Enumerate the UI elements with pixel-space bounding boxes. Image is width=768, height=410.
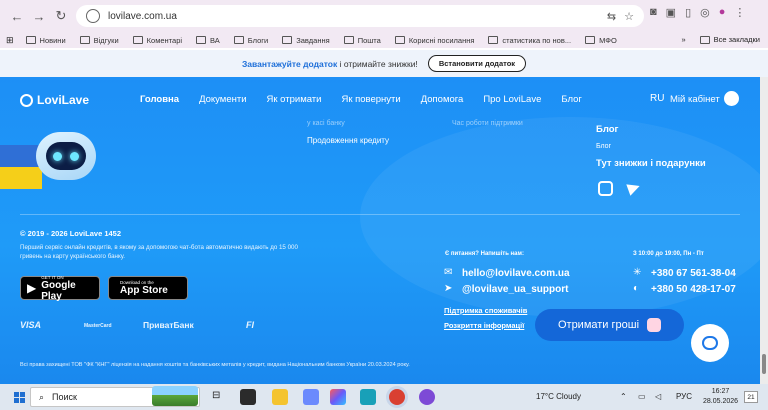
google-play-button[interactable]: ▶ GET IT ON Google Play — [20, 275, 100, 302]
question-label: Є питання? Напишіть нам: — [445, 251, 524, 257]
network-icon[interactable]: ▭ — [638, 392, 646, 401]
bookmark[interactable]: Новини — [25, 36, 66, 45]
bookmark[interactable]: Корисні посилання — [394, 36, 474, 45]
nav-home[interactable]: Головна — [140, 94, 179, 105]
discounts-header: Тут знижки і подарунки — [596, 158, 706, 169]
mastercard-logo: MasterCard — [84, 323, 112, 329]
app-icon[interactable] — [360, 389, 376, 405]
reload-icon[interactable]: ↻ — [50, 5, 72, 27]
visa-logo: VISA — [20, 320, 42, 330]
app-promo-bar: Завантажуйте додаток і отримайте знижки!… — [0, 50, 768, 77]
chat-button[interactable] — [691, 324, 729, 362]
bookmark[interactable]: статистика по нов... — [488, 36, 571, 45]
apps-grid-icon[interactable]: ⊞ — [6, 35, 14, 46]
faded-link[interactable]: Час роботи підтримки — [452, 120, 523, 127]
legal-note: Всі права захищені ТОВ "ФК "КНГ" ліцензі… — [20, 362, 410, 368]
browser-toolbar: ← → ↻ lovilave.com.ua ⇆ ☆ ◙ ▣ ▯ ◎ ● ⋮ — [0, 0, 768, 32]
phone-icon: ✳ — [633, 267, 642, 278]
instagram-icon[interactable] — [598, 181, 613, 196]
bookmark[interactable]: Завдання — [282, 36, 330, 45]
nav-how-to-return[interactable]: Як повернути — [341, 94, 400, 105]
bookmark[interactable]: Блоги — [233, 36, 268, 45]
language-switch[interactable]: RU — [650, 93, 664, 104]
explorer-app-icon[interactable] — [272, 389, 288, 405]
privatbank-logo: ПриватБанк — [143, 320, 194, 330]
language-indicator[interactable]: РУС — [676, 392, 692, 401]
bookmark[interactable]: Коментарі — [132, 36, 182, 45]
nav-about[interactable]: Про LoviLave — [483, 94, 541, 105]
bookmarks-bar: ⊞ Новини Відгуки Коментарі ВА Блоги Завд… — [0, 32, 768, 48]
consumer-support-link[interactable]: Підтримка споживачів — [444, 306, 527, 315]
volume-icon[interactable]: ◁ — [655, 392, 661, 401]
info-disclosure-link[interactable]: Розкриття інформації — [444, 321, 524, 330]
menu-icon[interactable]: ⋮ — [734, 6, 745, 19]
blog-link[interactable]: Блог — [596, 143, 611, 150]
telegram-small-icon: ➤ — [444, 283, 453, 294]
tray-up-icon[interactable]: ⌃ — [620, 392, 627, 401]
phone-1[interactable]: +380 67 561-38-04 — [651, 268, 736, 279]
nav-documents[interactable]: Документи — [199, 94, 246, 105]
page-scrollbar[interactable] — [760, 77, 768, 384]
store-app-icon[interactable] — [240, 389, 256, 405]
nav-how-to-get[interactable]: Як отримати — [267, 94, 322, 105]
cabinet-link[interactable]: Мій кабінет — [670, 94, 720, 105]
all-bookmarks[interactable]: » Все закладки — [681, 35, 760, 44]
translate-icon[interactable]: ⇆ — [607, 10, 616, 23]
copilot-app-icon[interactable] — [330, 389, 346, 405]
app-icon[interactable] — [303, 389, 319, 405]
site-info-icon[interactable] — [86, 9, 100, 23]
camera-icon[interactable]: ◙ — [650, 6, 657, 19]
sync-icon[interactable]: ◎ — [700, 6, 710, 19]
app-store-button[interactable]: Download on the App Store — [108, 276, 188, 300]
bookmark[interactable]: Пошта — [343, 36, 381, 45]
telegram-link[interactable]: @lovilave_ua_support — [462, 284, 568, 295]
task-view-icon[interactable]: ⊟ — [212, 390, 220, 401]
viber-icon: ◐ — [633, 283, 640, 294]
clock[interactable]: 16:27 28.05.2026 — [703, 387, 738, 407]
copyright: © 2019 - 2026 LoviLave 1452 — [20, 229, 122, 238]
robot-mini-icon — [647, 318, 662, 332]
bookmark[interactable]: МФО — [585, 36, 617, 45]
notifications-badge[interactable]: 21 — [744, 391, 758, 403]
extensions-icon[interactable]: ▣ — [666, 6, 676, 19]
bookmark[interactable]: Відгуки — [79, 36, 119, 45]
address-bar[interactable]: lovilave.com.ua ⇆ ☆ — [76, 5, 644, 27]
back-icon[interactable]: ← — [6, 5, 28, 27]
weather-widget[interactable]: 17°C Cloudy — [536, 392, 581, 401]
google-play-icon: ▶ — [27, 281, 37, 295]
blog-header: Блог — [596, 124, 619, 135]
install-app-button[interactable]: Встановити додаток — [427, 55, 527, 72]
faded-link[interactable]: у касі банку — [307, 120, 345, 127]
viber-app-icon[interactable] — [419, 389, 435, 405]
user-icon[interactable] — [724, 91, 739, 106]
main-nav: Головна Документи Як отримати Як поверну… — [140, 94, 602, 105]
mascot-robot-image — [0, 97, 110, 189]
search-highlight-image — [152, 386, 198, 406]
prolong-credit-link[interactable]: Продовження кредиту — [307, 136, 389, 145]
search-icon: ⌕ — [39, 391, 45, 402]
star-icon[interactable]: ☆ — [624, 10, 634, 23]
forward-icon[interactable]: → — [28, 5, 50, 27]
chrome-app-icon[interactable] — [389, 389, 405, 405]
sidebar-icon[interactable]: ▯ — [685, 6, 691, 19]
chat-icon — [702, 336, 718, 350]
site-header: LoviLave Головна Документи Як отримати Я… — [0, 77, 768, 121]
get-money-button[interactable]: Отримати гроші — [535, 309, 684, 341]
nav-help[interactable]: Допомога — [421, 94, 464, 105]
divider — [20, 214, 740, 215]
bookmark[interactable]: ВА — [196, 36, 220, 45]
nav-blog[interactable]: Блог — [561, 94, 582, 105]
hours-label: З 10:00 до 19:00, Пн - Пт — [633, 251, 704, 257]
service-description: Перший сервіс онлайн кредитів, в якому з… — [20, 244, 298, 260]
email-link[interactable]: hello@lovilave.com.ua — [462, 268, 570, 279]
url-text: lovilave.com.ua — [108, 10, 177, 22]
fi-logo: FI — [246, 320, 254, 330]
site-footer: LoviLave Головна Документи Як отримати Я… — [0, 77, 768, 384]
profile-icon[interactable]: ● — [719, 6, 726, 19]
windows-taskbar: ⌕ Поиск ⊟ 17°C Cloudy ⌃ ▭ ◁ РУС 16:27 28… — [0, 384, 768, 410]
phone-2[interactable]: +380 50 428-17-07 — [651, 284, 736, 295]
windows-start-icon[interactable] — [14, 391, 25, 403]
promo-text: Завантажуйте додаток і отримайте знижки! — [241, 58, 418, 69]
mail-icon: ✉ — [444, 267, 453, 278]
